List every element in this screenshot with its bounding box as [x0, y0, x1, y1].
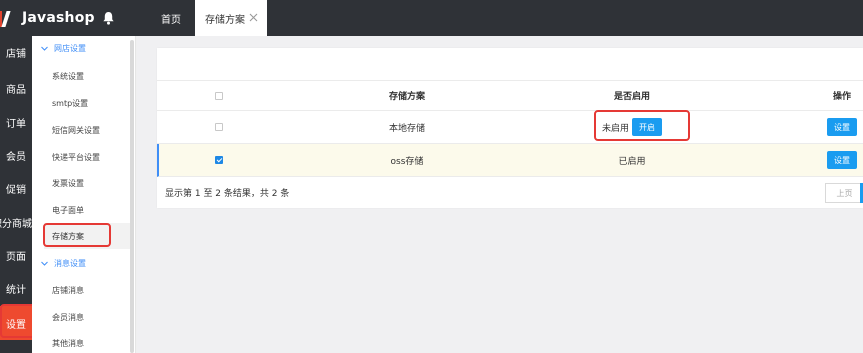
row-checkbox[interactable] [215, 123, 223, 131]
tab-storage-plan[interactable]: 存储方案 [195, 0, 267, 36]
select-all-checkbox[interactable] [215, 91, 223, 100]
chevron-down-icon [41, 261, 48, 266]
bell-icon[interactable] [102, 11, 115, 25]
row-checkbox-cell [209, 144, 229, 176]
nav-item-stats[interactable]: 统计 [0, 272, 32, 304]
sub-item-e-waybill[interactable]: 电子面单 [52, 205, 84, 216]
row-checkbox[interactable] [215, 156, 223, 164]
sub-item-store-message[interactable]: 店铺消息 [52, 285, 84, 296]
chevron-down-icon [41, 46, 48, 51]
sub-item-system[interactable]: 系统设置 [52, 71, 84, 82]
sub-item-other-message[interactable]: 其他消息 [52, 338, 84, 349]
sub-nav-scrollbar[interactable] [130, 40, 134, 353]
column-header-enabled: 是否启用 [613, 92, 650, 102]
nav-item-points-mall[interactable]: 积分商城 [0, 206, 32, 238]
brand[interactable]: Javashop [0, 0, 140, 36]
status-text: 已启用 [618, 156, 646, 167]
table-row: 本地存储 未启用 开启 设置 [157, 111, 863, 144]
prev-page-button[interactable]: 上页 [825, 183, 863, 203]
column-header-plan: 存储方案 [388, 92, 425, 102]
pagination-info: 显示第 1 至 2 条结果，共 2 条 [165, 189, 290, 199]
tab-home[interactable]: 首页 [150, 0, 192, 36]
plan-name: oss存储 [390, 156, 424, 167]
row-checkbox-cell [209, 111, 229, 143]
sub-nav: 网店设置 系统设置 smtp设置 短信网关设置 快递平台设置 发票设置 电子面单… [32, 36, 136, 353]
status-highlight-box [594, 110, 690, 141]
nav-item-orders[interactable]: 订单 [0, 106, 32, 138]
tab-label: 存储方案 [205, 14, 245, 26]
header-checkbox-cell [209, 81, 229, 110]
javashop-logo-icon [0, 9, 12, 27]
table-footer: 显示第 1 至 2 条结果，共 2 条 上页 [157, 177, 863, 208]
storage-plan-highlight-box [43, 223, 111, 247]
app-name: Javashop [22, 10, 95, 26]
storage-table-card: 存储方案 是否启用 操作 本地存储 未启用 开启 设置 oss存储 已启用 设置… [157, 48, 863, 208]
group-message-settings[interactable]: 消息设置 [40, 258, 86, 269]
sub-item-member-message[interactable]: 会员消息 [52, 312, 84, 323]
settings-button[interactable]: 设置 [827, 151, 857, 169]
group-shop-settings[interactable]: 网店设置 [40, 43, 86, 54]
nav-item-goods[interactable]: 商品 [0, 72, 32, 104]
table-toolbar [157, 48, 863, 81]
main-content: 存储方案 是否启用 操作 本地存储 未启用 开启 设置 oss存储 已启用 设置… [137, 36, 863, 353]
sub-item-smtp[interactable]: smtp设置 [52, 98, 88, 109]
settings-button[interactable]: 设置 [827, 118, 857, 136]
column-header-actions: 操作 [832, 92, 851, 102]
actions-cell: 设置 [821, 144, 863, 176]
sub-item-sms-gateway[interactable]: 短信网关设置 [52, 125, 100, 136]
nav-item-members[interactable]: 会员 [0, 139, 32, 171]
plan-name: 本地存储 [388, 123, 425, 134]
group-title-label: 消息设置 [54, 259, 86, 268]
nav-item-store[interactable]: 店铺 [0, 36, 32, 68]
table-header: 存储方案 是否启用 操作 [157, 81, 863, 111]
nav-item-pages[interactable]: 页面 [0, 239, 32, 271]
tab-label: 首页 [161, 14, 181, 26]
close-icon[interactable] [248, 12, 259, 23]
top-bar: Javashop 首页 存储方案 [0, 0, 863, 36]
sub-item-express[interactable]: 快递平台设置 [52, 152, 100, 163]
nav-item-promotion[interactable]: 促销 [0, 172, 32, 204]
table-row: oss存储 已启用 设置 [157, 144, 863, 177]
actions-cell: 设置 [821, 111, 863, 143]
group-title-label: 网店设置 [54, 44, 86, 53]
sub-item-invoice[interactable]: 发票设置 [52, 178, 84, 189]
